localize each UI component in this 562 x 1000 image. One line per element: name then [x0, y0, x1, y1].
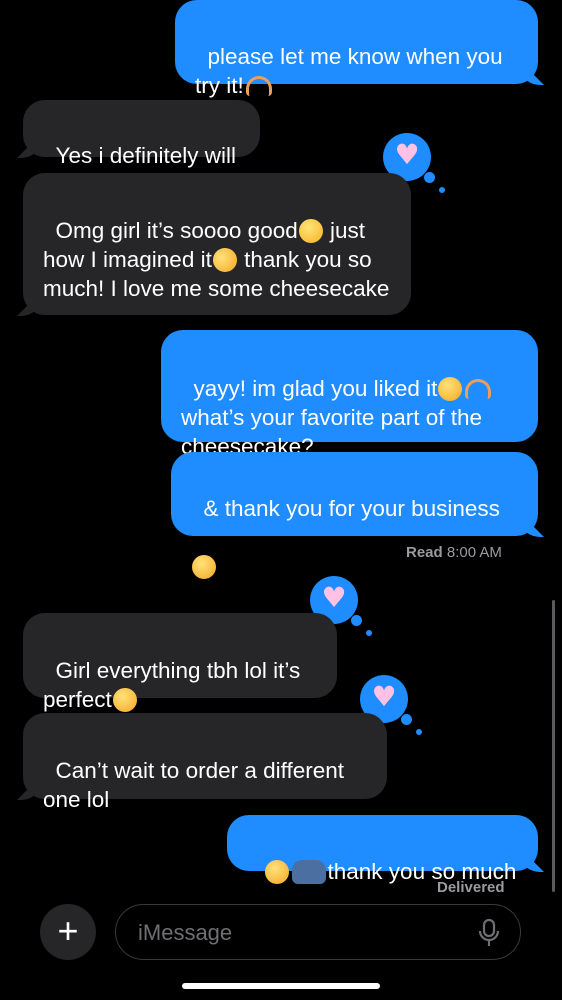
message-text: & thank you for your business	[203, 496, 500, 521]
message-text: yayy! im glad you liked it	[193, 376, 438, 401]
read-label: Read	[406, 544, 443, 561]
message-bubble-outgoing[interactable]: please let me know when you try it!	[175, 0, 538, 98]
rolling-laughing-emoji-icon	[209, 244, 241, 276]
smiling-hearts-emoji-icon	[438, 377, 463, 401]
delivered-status: Delivered	[437, 879, 505, 896]
face-exhaling-emoji-icon	[112, 688, 137, 712]
drooling-face-emoji-icon	[298, 219, 323, 243]
pleading-face-emoji-icon	[264, 860, 289, 884]
cloud-emoji-icon	[291, 860, 326, 884]
message-input[interactable]	[136, 905, 480, 960]
message-text: Omg girl it’s soooo good	[55, 218, 298, 243]
message-bubble-outgoing[interactable]: & thank you for your business	[171, 452, 538, 579]
message-text: Can’t wait to order a different one lol	[43, 758, 351, 812]
message-bubble-incoming[interactable]: Girl everything tbh lol it’s perfect	[23, 613, 337, 712]
face-blowing-kiss-emoji-icon	[192, 555, 216, 579]
message-bubble-outgoing[interactable]: thank you so much	[227, 815, 538, 884]
plus-icon: +	[57, 910, 79, 951]
read-time: 8:00 AM	[446, 544, 502, 561]
message-bubble-incoming[interactable]: Can’t wait to order a different one lol	[23, 713, 387, 812]
plus-button[interactable]: +	[40, 904, 96, 960]
message-text: please let me know when you try it!	[195, 44, 509, 98]
microphone-icon[interactable]	[476, 918, 502, 948]
heart-hands-emoji-icon	[465, 379, 492, 399]
message-bubble-outgoing[interactable]: yayy! im glad you liked it what’s your f…	[161, 330, 538, 459]
home-indicator[interactable]	[182, 983, 380, 989]
heart-hands-emoji-icon	[245, 76, 272, 96]
scrollbar[interactable]	[552, 600, 555, 892]
message-bubble-incoming[interactable]: Omg girl it’s soooo good just how I imag…	[23, 173, 411, 315]
read-receipt: Read 8:00 AM	[406, 544, 502, 561]
message-text: Yes i definitely will	[55, 143, 237, 168]
message-text: Girl everything tbh lol it’s perfect	[43, 658, 307, 712]
message-bubble-incoming[interactable]: Yes i definitely will	[23, 100, 260, 168]
message-input-container[interactable]	[115, 904, 521, 960]
